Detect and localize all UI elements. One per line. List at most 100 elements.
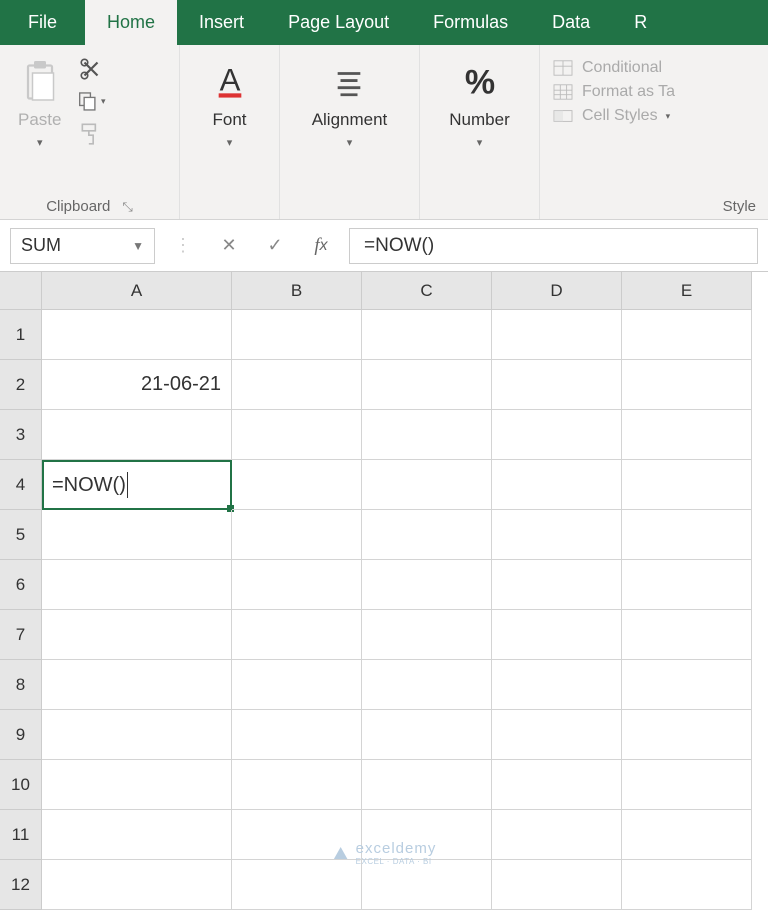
format-painter-icon[interactable] <box>77 121 105 145</box>
cell-B9[interactable] <box>232 710 362 760</box>
cell-D5[interactable] <box>492 510 622 560</box>
cell-D10[interactable] <box>492 760 622 810</box>
cell-E1[interactable] <box>622 310 752 360</box>
row-header[interactable]: 3 <box>0 410 42 460</box>
cell-A7[interactable] <box>42 610 232 660</box>
cell-E10[interactable] <box>622 760 752 810</box>
row-header[interactable]: 8 <box>0 660 42 710</box>
cut-icon[interactable] <box>77 57 105 81</box>
cell-D1[interactable] <box>492 310 622 360</box>
cell-D4[interactable] <box>492 460 622 510</box>
copy-icon[interactable]: ▾ <box>77 89 105 113</box>
cell-D12[interactable] <box>492 860 622 910</box>
format-as-table-button[interactable]: Format as Ta <box>552 83 675 101</box>
tab-data[interactable]: Data <box>530 0 612 45</box>
tab-page-layout[interactable]: Page Layout <box>266 0 411 45</box>
tab-formulas[interactable]: Formulas <box>411 0 530 45</box>
cell-A8[interactable] <box>42 660 232 710</box>
cancel-button[interactable]: ✕ <box>211 228 247 264</box>
cell-B5[interactable] <box>232 510 362 560</box>
tab-file[interactable]: File <box>0 0 85 45</box>
cell-C7[interactable] <box>362 610 492 660</box>
cell-styles-button[interactable]: Cell Styles ▾ <box>552 107 675 125</box>
cell-A6[interactable] <box>42 560 232 610</box>
cell-A3[interactable] <box>42 410 232 460</box>
cell-B12[interactable] <box>232 860 362 910</box>
row-header[interactable]: 5 <box>0 510 42 560</box>
col-header-E[interactable]: E <box>622 272 752 310</box>
cell-A1[interactable] <box>42 310 232 360</box>
dialog-launcher-icon[interactable]: ⤡ <box>122 199 132 215</box>
cell-D9[interactable] <box>492 710 622 760</box>
font-button[interactable]: A Font ▾ <box>200 53 260 155</box>
cell-A11[interactable] <box>42 810 232 860</box>
col-header-B[interactable]: B <box>232 272 362 310</box>
cell-B2[interactable] <box>232 360 362 410</box>
cell-B1[interactable] <box>232 310 362 360</box>
cell-C6[interactable] <box>362 560 492 610</box>
cell-A2[interactable]: 21-06-21 <box>42 360 232 410</box>
cell-D2[interactable] <box>492 360 622 410</box>
cell-A5[interactable] <box>42 510 232 560</box>
tab-insert[interactable]: Insert <box>177 0 266 45</box>
col-header-D[interactable]: D <box>492 272 622 310</box>
cell-B10[interactable] <box>232 760 362 810</box>
cell-C8[interactable] <box>362 660 492 710</box>
formula-input[interactable]: =NOW() <box>349 228 758 264</box>
cell-C10[interactable] <box>362 760 492 810</box>
chevron-down-icon[interactable]: ▼ <box>132 239 144 253</box>
select-all-corner[interactable] <box>0 272 42 310</box>
cell-C5[interactable] <box>362 510 492 560</box>
cell-E12[interactable] <box>622 860 752 910</box>
row-header[interactable]: 12 <box>0 860 42 910</box>
cell-D6[interactable] <box>492 560 622 610</box>
cell-E8[interactable] <box>622 660 752 710</box>
cell-E9[interactable] <box>622 710 752 760</box>
cell-A4[interactable]: =NOW() <box>42 460 232 510</box>
col-header-A[interactable]: A <box>42 272 232 310</box>
tab-home[interactable]: Home <box>85 0 177 45</box>
cell-D8[interactable] <box>492 660 622 710</box>
cell-E11[interactable] <box>622 810 752 860</box>
conditional-formatting-button[interactable]: Conditional <box>552 59 675 77</box>
row-header[interactable]: 9 <box>0 710 42 760</box>
cell-E2[interactable] <box>622 360 752 410</box>
row-header[interactable]: 2 <box>0 360 42 410</box>
cell-B7[interactable] <box>232 610 362 660</box>
cell-A10[interactable] <box>42 760 232 810</box>
cell-B6[interactable] <box>232 560 362 610</box>
row-header[interactable]: 11 <box>0 810 42 860</box>
cell-B3[interactable] <box>232 410 362 460</box>
number-button[interactable]: % Number ▾ <box>439 53 519 155</box>
paste-button[interactable]: Paste ▾ <box>8 53 71 155</box>
cell-C2[interactable] <box>362 360 492 410</box>
row-header[interactable]: 1 <box>0 310 42 360</box>
row-header[interactable]: 4 <box>0 460 42 510</box>
cell-A9[interactable] <box>42 710 232 760</box>
col-header-C[interactable]: C <box>362 272 492 310</box>
cell-C3[interactable] <box>362 410 492 460</box>
tab-partial[interactable]: R <box>612 0 669 45</box>
cell-C4[interactable] <box>362 460 492 510</box>
cell-C9[interactable] <box>362 710 492 760</box>
cell-B8[interactable] <box>232 660 362 710</box>
insert-function-button[interactable]: fx <box>303 228 339 264</box>
cell-E5[interactable] <box>622 510 752 560</box>
cell-E7[interactable] <box>622 610 752 660</box>
row-header[interactable]: 7 <box>0 610 42 660</box>
cell-E3[interactable] <box>622 410 752 460</box>
row-header[interactable]: 10 <box>0 760 42 810</box>
name-box[interactable]: SUM ▼ <box>10 228 155 264</box>
alignment-button[interactable]: Alignment ▾ <box>302 53 398 155</box>
cell-E6[interactable] <box>622 560 752 610</box>
cell-B4[interactable] <box>232 460 362 510</box>
cell-E4[interactable] <box>622 460 752 510</box>
cell-D11[interactable] <box>492 810 622 860</box>
cell-D7[interactable] <box>492 610 622 660</box>
cell-C1[interactable] <box>362 310 492 360</box>
cell-C12[interactable] <box>362 860 492 910</box>
cell-A12[interactable] <box>42 860 232 910</box>
enter-button[interactable]: ✓ <box>257 228 293 264</box>
cell-D3[interactable] <box>492 410 622 460</box>
row-header[interactable]: 6 <box>0 560 42 610</box>
